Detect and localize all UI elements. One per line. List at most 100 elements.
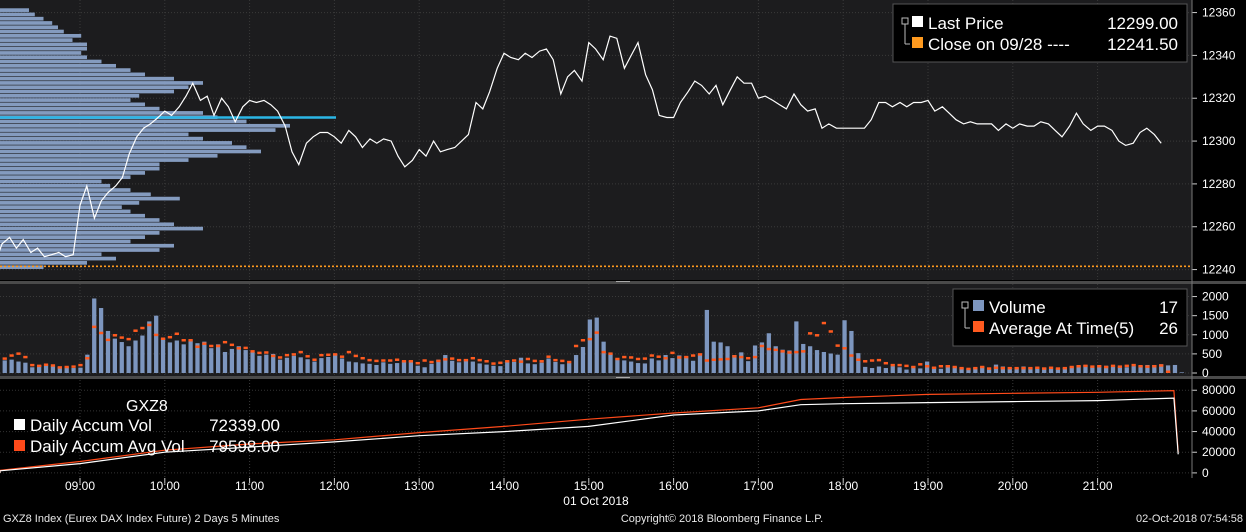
vap-bar [0, 42, 87, 47]
average-marker [1159, 364, 1164, 367]
vap-bar [0, 136, 203, 141]
volume-bar [229, 348, 235, 373]
volume-bar [339, 358, 345, 373]
volume-bar [539, 362, 544, 373]
average-marker [498, 361, 503, 365]
vap-bar [0, 175, 131, 180]
volume-bar [1124, 367, 1129, 373]
average-marker [622, 355, 627, 359]
volume-bar [98, 308, 104, 373]
volume-bar [1007, 368, 1012, 373]
average-marker [973, 366, 978, 370]
average-marker [119, 336, 124, 339]
volume-bar [250, 351, 255, 373]
average-marker [456, 358, 462, 362]
average-marker [133, 329, 138, 332]
average-marker [43, 363, 49, 366]
volume-bar [704, 309, 710, 373]
vap-bar [0, 192, 151, 197]
volume-bar [284, 357, 290, 373]
vap-bar [0, 33, 82, 38]
average-marker [842, 347, 847, 350]
volume-bar [429, 363, 434, 373]
average-marker [353, 354, 358, 358]
average-marker [1090, 365, 1095, 368]
volume-bar [154, 315, 159, 373]
average-marker [1000, 366, 1006, 370]
average-value: 26 [1159, 319, 1178, 338]
average-marker [9, 354, 14, 357]
average-marker [126, 337, 131, 341]
average-marker [236, 347, 241, 350]
accum-label: Daily Accum Vol [30, 416, 152, 435]
average-marker [945, 365, 950, 368]
volume-bar [587, 319, 592, 373]
vap-bar [0, 252, 102, 257]
volume-bar [787, 350, 792, 373]
average-marker [1021, 366, 1026, 370]
volume-bar [746, 361, 751, 373]
divider-grip-icon[interactable] [616, 377, 630, 378]
accum-swatch-icon [14, 419, 25, 430]
average-marker [532, 359, 537, 363]
vap-bar [0, 25, 58, 30]
average-marker [291, 353, 296, 356]
volume-bar [525, 363, 531, 373]
divider-grip-icon[interactable] [616, 281, 630, 282]
average-marker [649, 354, 654, 357]
vap-bar [0, 63, 116, 68]
vap-bar [0, 213, 145, 218]
average-marker [257, 351, 262, 355]
average-marker [1103, 365, 1109, 369]
vap-bar [0, 93, 140, 98]
volume-bar [511, 361, 517, 373]
last-price-swatch-icon [912, 16, 923, 27]
volume-bar [443, 355, 448, 373]
volume-legend[interactable]: Volume 17 Average At Time(5) 26 [952, 288, 1188, 347]
average-marker [560, 359, 565, 363]
volume-bar [312, 361, 317, 373]
average-marker [849, 354, 854, 357]
volume-bar [202, 341, 207, 373]
vap-bar [0, 132, 189, 137]
close-label: Close on 09/28 ---- [928, 35, 1070, 54]
price-tick-label: 12300 [1202, 134, 1236, 148]
volume-bar [105, 330, 111, 373]
average-marker [821, 321, 827, 325]
volume-bar [498, 366, 503, 373]
volume-bar [305, 359, 310, 373]
volume-bar [505, 361, 510, 373]
average-marker [615, 357, 620, 361]
close-swatch-icon [912, 37, 923, 48]
volume-bar [856, 353, 861, 373]
volume-tick-label: 0 [1202, 366, 1209, 380]
average-marker [2, 357, 7, 360]
volume-bar [374, 364, 379, 373]
volume-bar [422, 367, 427, 373]
volume-bar [484, 364, 489, 373]
average-marker [1055, 367, 1061, 370]
volume-bar [780, 349, 785, 373]
vap-bar [0, 239, 131, 244]
volume-bar [532, 364, 537, 373]
volume-bar [23, 362, 28, 373]
average-marker [952, 365, 957, 369]
vap-bar [0, 21, 53, 25]
average-marker [1035, 366, 1040, 370]
average-marker [305, 355, 310, 358]
average-marker [773, 348, 778, 352]
average-marker [883, 361, 888, 365]
average-marker [477, 358, 482, 362]
footer-security: GXZ8 Index (Eurex DAX Index Future) 2 Da… [3, 513, 280, 525]
average-marker [835, 344, 840, 347]
average-marker [711, 358, 716, 362]
x-tick-label: 15:00 [574, 479, 604, 493]
average-marker [85, 356, 90, 360]
volume-bar [622, 360, 627, 373]
price-legend[interactable]: Last Price 12299.00 Close on 09/28 ---- … [892, 3, 1188, 63]
average-marker [450, 357, 455, 360]
volume-bar [140, 335, 145, 373]
volume-bar [690, 360, 696, 373]
vap-bar [0, 38, 73, 42]
average-marker [374, 359, 379, 363]
